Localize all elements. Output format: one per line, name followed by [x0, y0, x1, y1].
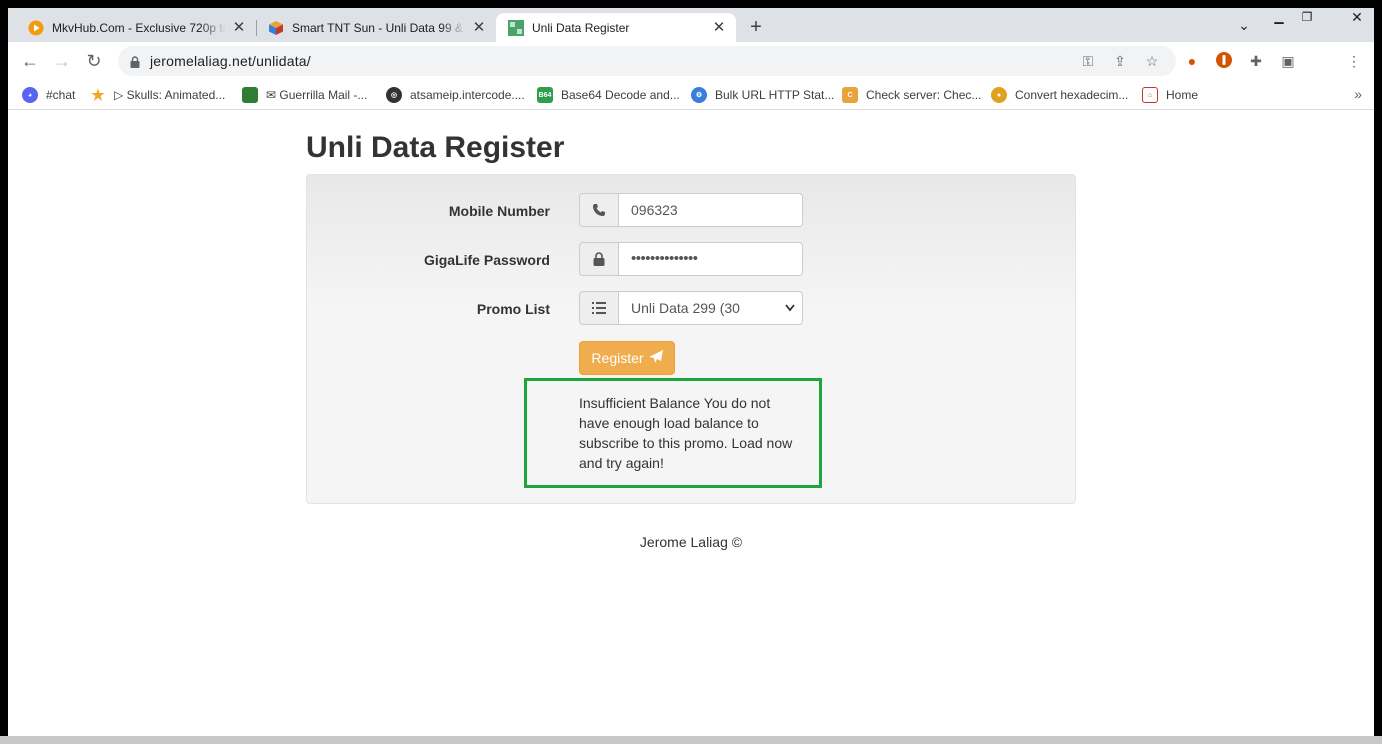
bookmark-check-server[interactable]: C Check server: Chec... — [842, 86, 981, 104]
mkvhub-icon — [28, 20, 44, 36]
list-icon — [579, 291, 619, 325]
register-label: Register — [591, 350, 644, 366]
package-icon — [268, 20, 284, 36]
mobile-number-input[interactable]: 096323 — [619, 193, 803, 227]
bookmarks-bar: ◕ #chat ★ ▷ Skulls: Animated... ✉ Guerri… — [8, 80, 1374, 110]
minimize-icon[interactable]: ▁ — [1270, 8, 1288, 26]
bookmark-base64[interactable]: B64 Base64 Decode and... — [537, 86, 680, 104]
tab-strip: MkvHub.Com - Exclusive 720p to ✕ Smart T… — [8, 8, 1374, 42]
close-tab-icon[interactable]: ✕ — [710, 19, 728, 37]
promo-selected-value: Unli Data 299 (30 — [631, 300, 740, 316]
key-icon[interactable]: ⚿ — [1078, 51, 1098, 71]
guerrilla-icon — [242, 87, 258, 103]
promo-list-label: Promo List — [476, 301, 550, 317]
bookmark-star-icon[interactable]: ☆ — [1142, 51, 1162, 71]
page-content: Unli Data Register Mobile Number 096323 … — [8, 111, 1374, 736]
send-icon — [648, 350, 663, 366]
new-tab-button[interactable]: + — [744, 16, 768, 40]
share-icon[interactable]: ⇪ — [1110, 51, 1130, 71]
error-message-box: Insufficient Balance You do not have eno… — [524, 378, 822, 488]
mobile-number-group: 096323 — [579, 193, 803, 227]
lock-icon — [130, 55, 140, 73]
site-favicon — [508, 19, 524, 36]
forward-icon[interactable]: → — [50, 50, 74, 72]
extensions-puzzle-icon[interactable]: ✚ — [1246, 51, 1266, 71]
tab-smart-tnt[interactable]: Smart TNT Sun - Unli Data 99 & 2 ✕ — [256, 13, 496, 42]
home-icon: ⌂ — [1142, 87, 1158, 103]
url-text: jeromelaliag.net/unlidata/ — [150, 53, 311, 69]
restore-icon[interactable]: ❐ — [1298, 8, 1316, 26]
tab-search-icon[interactable]: ⌄ — [1232, 16, 1256, 34]
lock-icon — [579, 242, 619, 276]
bookmark-convert-hex[interactable]: ● Convert hexadecim... — [991, 86, 1128, 104]
gear-icon: ⚙ — [691, 87, 707, 103]
error-message-text: Insufficient Balance You do not have eno… — [579, 395, 793, 471]
globe-icon: ◎ — [386, 87, 402, 103]
register-button[interactable]: Register — [579, 341, 675, 375]
bookmark-home[interactable]: ⌂ Home — [1142, 86, 1198, 104]
menu-dots-icon[interactable]: ⋮ — [1344, 51, 1364, 71]
browser-window: MkvHub.Com - Exclusive 720p to ✕ Smart T… — [8, 8, 1374, 736]
address-bar[interactable]: jeromelaliag.net/unlidata/ ⚿ ⇪ ☆ — [118, 46, 1176, 76]
extension-cookie-icon[interactable]: ● — [1182, 51, 1202, 71]
phone-icon — [579, 193, 619, 227]
close-window-icon[interactable]: ✕ — [1348, 8, 1366, 26]
check-server-icon: C — [842, 87, 858, 103]
password-group: •••••••••••••• — [579, 242, 803, 276]
mobile-number-label: Mobile Number — [448, 203, 550, 219]
bookmark-bulk-url[interactable]: ⚙ Bulk URL HTTP Stat... — [691, 86, 834, 104]
footer-credit: Jerome Laliag © — [639, 534, 743, 550]
tab-unli-data-register[interactable]: Unli Data Register ✕ — [496, 13, 736, 42]
tab-mkvhub[interactable]: MkvHub.Com - Exclusive 720p to ✕ — [16, 13, 256, 42]
promo-list-group: Unli Data 299 (30 — [579, 291, 803, 325]
side-panel-icon[interactable]: ▣ — [1278, 51, 1298, 71]
bookmark-atsameip[interactable]: ◎ atsameip.intercode.... — [386, 86, 525, 104]
bookmarks-overflow-icon[interactable]: » — [1354, 86, 1362, 102]
bookmark-skulls[interactable]: ★ ▷ Skulls: Animated... — [90, 86, 225, 104]
extension-shield-icon[interactable] — [1214, 51, 1234, 71]
discord-icon: ◕ — [22, 87, 38, 103]
chevron-down-icon — [784, 292, 796, 337]
close-tab-icon[interactable]: ✕ — [230, 19, 248, 37]
page-title: Unli Data Register — [306, 131, 565, 164]
password-label: GigaLife Password — [423, 252, 550, 268]
close-tab-icon[interactable]: ✕ — [470, 19, 488, 37]
register-form: Mobile Number 096323 GigaLife Password •… — [306, 174, 1076, 504]
toolbar: ← → ↻ jeromelaliag.net/unlidata/ ⚿ ⇪ ☆ ●… — [8, 42, 1374, 80]
b64-icon: B64 — [537, 87, 553, 103]
convert-icon: ● — [991, 87, 1007, 103]
reload-icon[interactable]: ↻ — [82, 50, 106, 72]
star-icon: ★ — [91, 87, 105, 104]
promo-list-select[interactable]: Unli Data 299 (30 — [619, 291, 803, 325]
password-input[interactable]: •••••••••••••• — [619, 242, 803, 276]
bookmark-guerrilla-mail[interactable]: ✉ Guerrilla Mail -... — [242, 86, 367, 104]
bookmark-chat[interactable]: ◕ #chat — [22, 86, 75, 104]
taskbar — [0, 736, 1382, 744]
back-icon[interactable]: ← — [18, 50, 42, 72]
